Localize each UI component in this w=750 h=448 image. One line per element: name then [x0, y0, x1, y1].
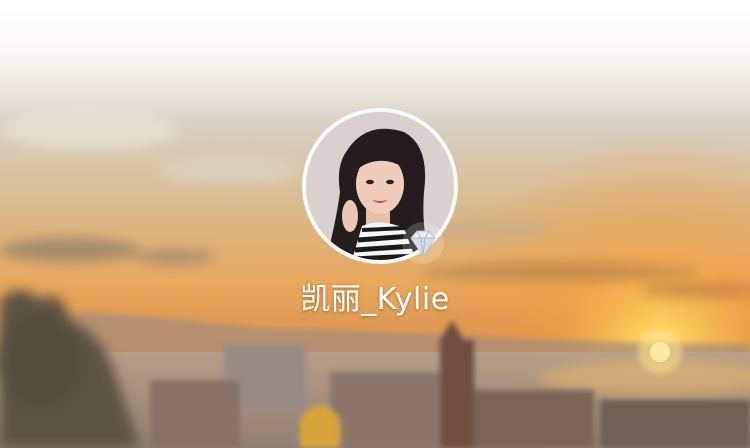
vip-diamond-badge [402, 222, 444, 264]
profile-header: 凯丽_Kylie [0, 0, 750, 448]
diamond-icon [410, 230, 436, 257]
username-label: 凯丽_Kylie [300, 282, 450, 317]
